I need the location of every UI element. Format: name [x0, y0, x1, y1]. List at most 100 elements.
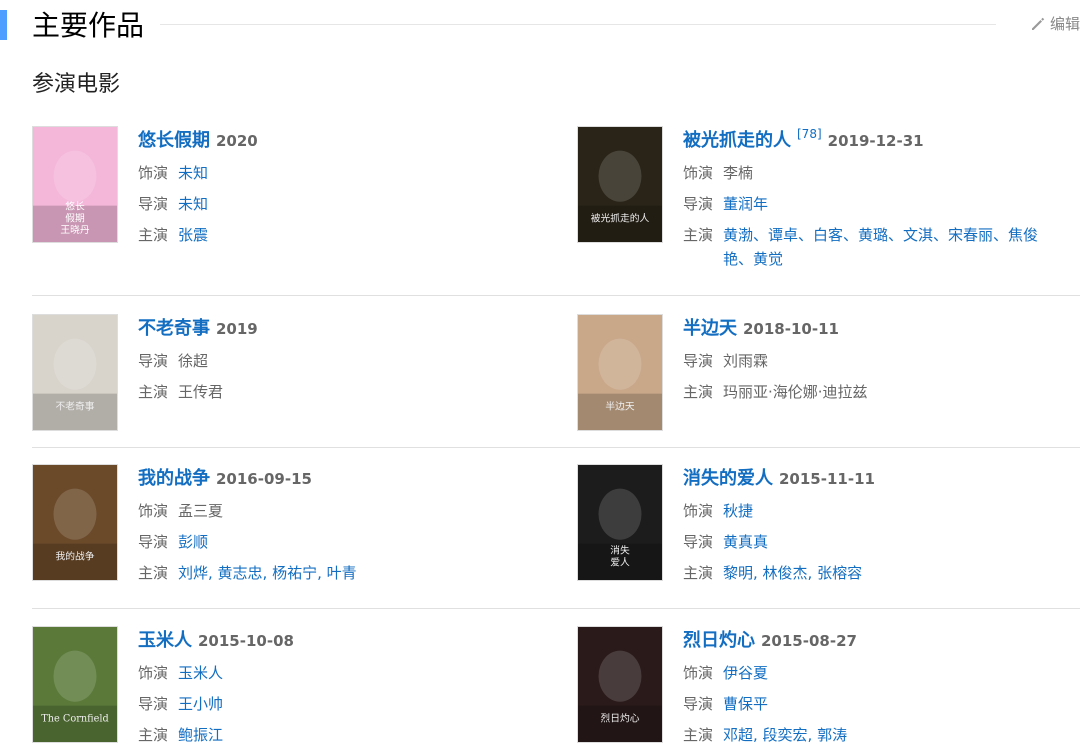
movie-field: 导演 黄真真	[683, 530, 1057, 554]
edit-button[interactable]: 编辑	[1030, 13, 1080, 34]
movie-poster[interactable]: 烈日灼心	[577, 626, 663, 743]
field-value: 王传君	[178, 383, 224, 401]
movie-title-line: 我的战争 2016-09-15	[138, 464, 512, 492]
movie-poster[interactable]: The Cornfield	[32, 626, 118, 743]
movie-title-line: 烈日灼心 2015-08-27	[683, 626, 1057, 654]
movie-field: 主演 邓超, 段奕宏, 郭涛	[683, 723, 1057, 747]
field-value-link[interactable]: 未知	[178, 192, 208, 216]
movie-info: 被光抓走的人 [78] 2019-12-31 饰演 李楠 导演 董润年 主演 黄渤、谭卓、白客、…	[683, 126, 1057, 271]
movie-title-line: 不老奇事 2019	[138, 314, 512, 342]
svg-text:消失: 消失	[610, 543, 630, 556]
pencil-icon	[1031, 17, 1045, 30]
movie-info: 半边天 2018-10-11 导演 刘雨霖 主演 玛丽亚·海伦娜·迪拉兹	[683, 314, 1057, 404]
header-divider	[160, 24, 996, 25]
field-value-link[interactable]: 董润年	[723, 192, 768, 216]
movie-date: 2015-10-08	[198, 632, 294, 650]
movie-info: 不老奇事 2019 导演 徐超主演 王传君	[138, 314, 512, 404]
movie-field: 主演 刘烨, 黄志忠, 杨祐宁, 叶青	[138, 561, 512, 585]
svg-text:被光抓走的人: 被光抓走的人	[591, 211, 650, 224]
section-accent-bar	[0, 10, 7, 40]
field-value-link[interactable]: 鲍振江	[178, 723, 223, 747]
movie-field: 导演 曹保平	[683, 692, 1057, 716]
movie-title-link[interactable]: 不老奇事	[138, 314, 210, 340]
field-label: 主演	[138, 726, 169, 744]
movie-title-link[interactable]: 悠长假期	[138, 126, 210, 152]
section-header: 主要作品 编辑	[0, 0, 1080, 52]
movie-field: 饰演 孟三夏	[138, 499, 512, 523]
row-divider	[32, 608, 1080, 609]
field-value-link[interactable]: 黄渤、谭卓、白客、黄璐、文淇、宋春丽、焦俊艳、黄觉	[723, 223, 1057, 271]
movie-title-link[interactable]: 消失的爱人	[683, 464, 773, 490]
movie-info: 消失的爱人 2015-11-11 饰演 秋捷导演 黄真真主演 黎明, 林俊杰, 张榕容	[683, 464, 1057, 585]
movie-title-link[interactable]: 被光抓走的人	[683, 126, 791, 152]
movie-title-link[interactable]: 我的战争	[138, 464, 210, 490]
row-divider	[32, 295, 1080, 296]
field-label: 主演	[683, 383, 714, 401]
poster-image: 我的战争	[33, 465, 117, 580]
field-label: 导演	[683, 195, 714, 213]
field-value-link[interactable]: 伊谷夏	[723, 661, 768, 685]
field-label: 主演	[683, 226, 714, 244]
movie-date: 2015-08-27	[761, 632, 857, 650]
movie-date: 2016-09-15	[216, 470, 312, 488]
movie-title-link[interactable]: 半边天	[683, 314, 737, 340]
field-label: 饰演	[138, 164, 169, 182]
movie-poster[interactable]: 不老奇事	[32, 314, 118, 431]
section-title: 主要作品	[32, 9, 145, 42]
movie-poster[interactable]: 半边天	[577, 314, 663, 431]
movie-poster[interactable]: 被光抓走的人	[577, 126, 663, 243]
movie-info: 玉米人 2015-10-08 饰演 玉米人 导演 王小帅 主演 鲍振江	[138, 626, 512, 747]
movie-info: 悠长假期 2020 饰演 未知 导演 未知 主演 张震	[138, 126, 512, 247]
field-value-link[interactable]: 曹保平	[723, 692, 768, 716]
field-label: 导演	[138, 352, 169, 370]
field-value-link[interactable]: 秋捷	[723, 499, 753, 523]
movie-poster[interactable]: 悠长 假期 王晓丹	[32, 126, 118, 243]
field-value: 李楠	[723, 164, 754, 182]
movie-field: 主演 王传君	[138, 380, 512, 404]
poster-image: 不老奇事	[33, 315, 117, 430]
movie-poster[interactable]: 我的战争	[32, 464, 118, 581]
movie-field: 主演 黄渤、谭卓、白客、黄璐、文淇、宋春丽、焦俊艳、黄觉	[683, 223, 1057, 271]
poster-image: 被光抓走的人	[578, 127, 662, 242]
svg-text:我的战争: 我的战争	[55, 549, 94, 562]
movie-field: 主演 鲍振江	[138, 723, 512, 747]
movie-field: 主演 黎明, 林俊杰, 张榕容	[683, 561, 1057, 585]
poster-image: 烈日灼心	[578, 627, 662, 742]
field-label: 导演	[138, 533, 169, 551]
field-value: 徐超	[178, 352, 209, 370]
movie-field: 导演 彭顺	[138, 530, 512, 554]
movie-field: 饰演 李楠	[683, 161, 1057, 185]
field-value-link[interactable]: 邓超, 段奕宏, 郭涛	[723, 723, 847, 747]
movie-field: 导演 刘雨霖	[683, 349, 1057, 373]
field-label: 饰演	[683, 164, 714, 182]
poster-image: 消失爱人	[578, 465, 662, 580]
field-label: 导演	[138, 195, 169, 213]
movie-field: 饰演 伊谷夏	[683, 661, 1057, 685]
movie-info: 我的战争 2016-09-15 饰演 孟三夏导演 彭顺主演 刘烨, 黄志忠, 杨祐宁, 叶…	[138, 464, 512, 585]
svg-text:悠长: 悠长	[65, 200, 85, 213]
movie-title-link[interactable]: 玉米人	[138, 626, 192, 652]
field-value-link[interactable]: 刘烨, 黄志忠, 杨祐宁, 叶青	[178, 561, 357, 585]
movie-title-line: 悠长假期 2020	[138, 126, 512, 154]
poster-image: 半边天	[578, 315, 662, 430]
field-value-link[interactable]: 黎明, 林俊杰, 张榕容	[723, 561, 862, 585]
field-value-link[interactable]: 王小帅	[178, 692, 223, 716]
reference-link[interactable]: [78]	[797, 127, 822, 141]
svg-text:烈日灼心: 烈日灼心	[600, 711, 639, 724]
field-label: 饰演	[138, 502, 169, 520]
movie-field: 饰演 秋捷	[683, 499, 1057, 523]
poster-image: The Cornfield	[33, 627, 117, 742]
field-value-link[interactable]: 玉米人	[178, 661, 223, 685]
field-value-link[interactable]: 张震	[178, 223, 208, 247]
movie-title-line: 半边天 2018-10-11	[683, 314, 1057, 342]
svg-text:王晓丹: 王晓丹	[60, 224, 89, 236]
field-value-link[interactable]: 未知	[178, 161, 208, 185]
movie-title-line: 消失的爱人 2015-11-11	[683, 464, 1057, 492]
field-label: 饰演	[683, 502, 714, 520]
movie-title-link[interactable]: 烈日灼心	[683, 626, 755, 652]
field-label: 导演	[683, 352, 714, 370]
field-value-link[interactable]: 彭顺	[178, 530, 208, 554]
movie-date: 2019-12-31	[827, 132, 924, 150]
movie-poster[interactable]: 消失 爱人	[577, 464, 663, 581]
field-value-link[interactable]: 黄真真	[723, 530, 768, 554]
